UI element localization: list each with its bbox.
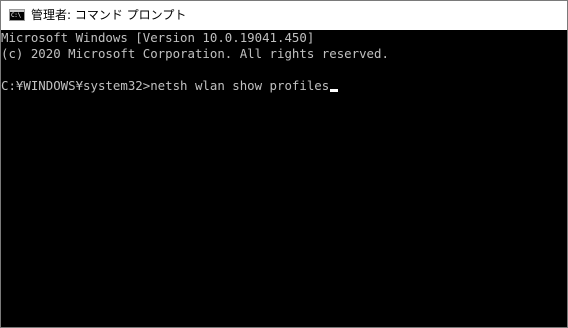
console-line-version: Microsoft Windows [Version 10.0.19041.45… bbox=[1, 30, 315, 45]
console-prompt-line[interactable]: C:¥WINDOWS¥system32>netsh wlan show prof… bbox=[1, 78, 339, 94]
icon-glyph: C:\ bbox=[11, 12, 21, 19]
window-title: 管理者: コマンド プロンプト bbox=[31, 8, 187, 22]
console-line-copyright: (c) 2020 Microsoft Corporation. All righ… bbox=[1, 46, 389, 61]
command-prompt-icon[interactable]: C:\ bbox=[9, 9, 25, 21]
command-prompt-window: C:\ 管理者: コマンド プロンプト Microsoft Windows [V… bbox=[0, 0, 568, 328]
text-cursor bbox=[330, 89, 339, 92]
title-bar[interactable]: C:\ 管理者: コマンド プロンプト bbox=[1, 1, 567, 30]
console-output-area[interactable]: Microsoft Windows [Version 10.0.19041.45… bbox=[1, 30, 567, 327]
console-command-text: C:¥WINDOWS¥system32>netsh wlan show prof… bbox=[1, 78, 330, 93]
